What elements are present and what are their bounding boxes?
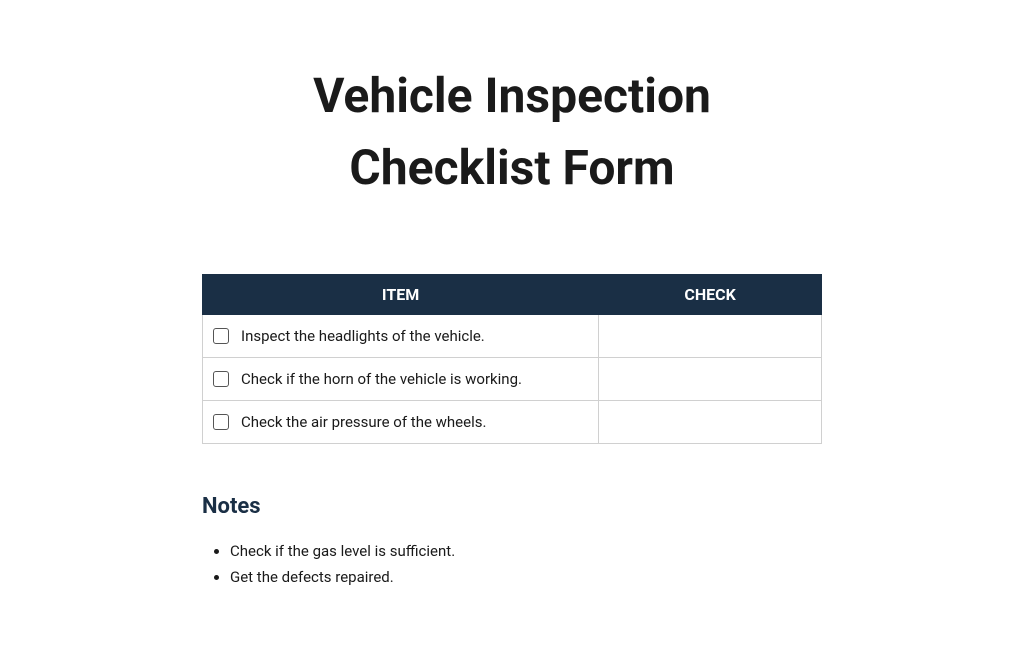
notes-heading: Notes xyxy=(202,494,822,519)
checkbox-icon[interactable] xyxy=(213,414,229,430)
notes-list: Check if the gas level is sufficient. Ge… xyxy=(202,539,822,590)
header-item: ITEM xyxy=(203,275,599,315)
title-line-1: Vehicle Inspection xyxy=(313,67,711,124)
title-line-2: Checklist Form xyxy=(349,139,674,196)
item-text: Inspect the headlights of the vehicle. xyxy=(241,327,485,345)
header-check: CHECK xyxy=(599,275,822,315)
table-row: Check if the horn of the vehicle is work… xyxy=(203,358,822,401)
checklist-table: ITEM CHECK Inspect the headlights of the… xyxy=(202,274,822,444)
list-item: Get the defects repaired. xyxy=(230,565,822,591)
item-text: Check the air pressure of the wheels. xyxy=(241,413,486,431)
check-cell xyxy=(599,401,822,444)
table-row: Inspect the headlights of the vehicle. xyxy=(203,315,822,358)
list-item: Check if the gas level is sufficient. xyxy=(230,539,822,565)
table-row: Check the air pressure of the wheels. xyxy=(203,401,822,444)
check-cell xyxy=(599,358,822,401)
document-title: Vehicle Inspection Checklist Form xyxy=(202,60,822,204)
checkbox-icon[interactable] xyxy=(213,371,229,387)
check-cell xyxy=(599,315,822,358)
document-container: Vehicle Inspection Checklist Form ITEM C… xyxy=(102,60,922,590)
item-text: Check if the horn of the vehicle is work… xyxy=(241,370,522,388)
checkbox-icon[interactable] xyxy=(213,328,229,344)
